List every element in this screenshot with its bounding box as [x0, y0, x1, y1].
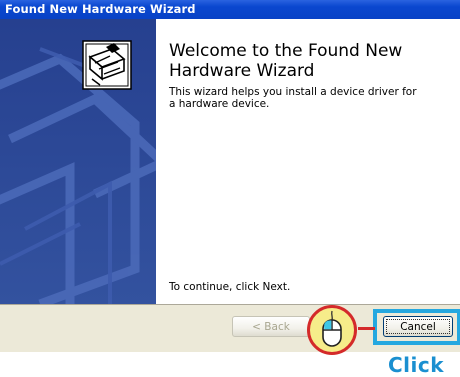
- back-button[interactable]: < Back: [232, 316, 310, 337]
- mouse-icon: [322, 310, 342, 347]
- sidebar-graphic: [0, 19, 156, 304]
- wizard-sidebar: [0, 19, 156, 304]
- hardware-wizard-window: Found New Hardware Wizard Welcome to the…: [0, 0, 460, 352]
- wizard-description: This wizard helps you install a device d…: [169, 86, 417, 110]
- title-bar[interactable]: Found New Hardware Wizard: [0, 0, 460, 19]
- wizard-content: Welcome to the Found New Hardware Wizard…: [156, 19, 460, 304]
- continue-hint: To continue, click Next.: [169, 281, 291, 293]
- hardware-wizard-icon: [82, 40, 132, 90]
- window-title: Found New Hardware Wizard: [5, 2, 196, 16]
- click-annotation: Click: [388, 353, 445, 377]
- pointer-connector: [358, 327, 375, 330]
- mouse-click-indicator: [307, 305, 357, 355]
- cancel-highlight-frame: [373, 309, 460, 345]
- welcome-heading: Welcome to the Found New Hardware Wizard: [169, 41, 403, 81]
